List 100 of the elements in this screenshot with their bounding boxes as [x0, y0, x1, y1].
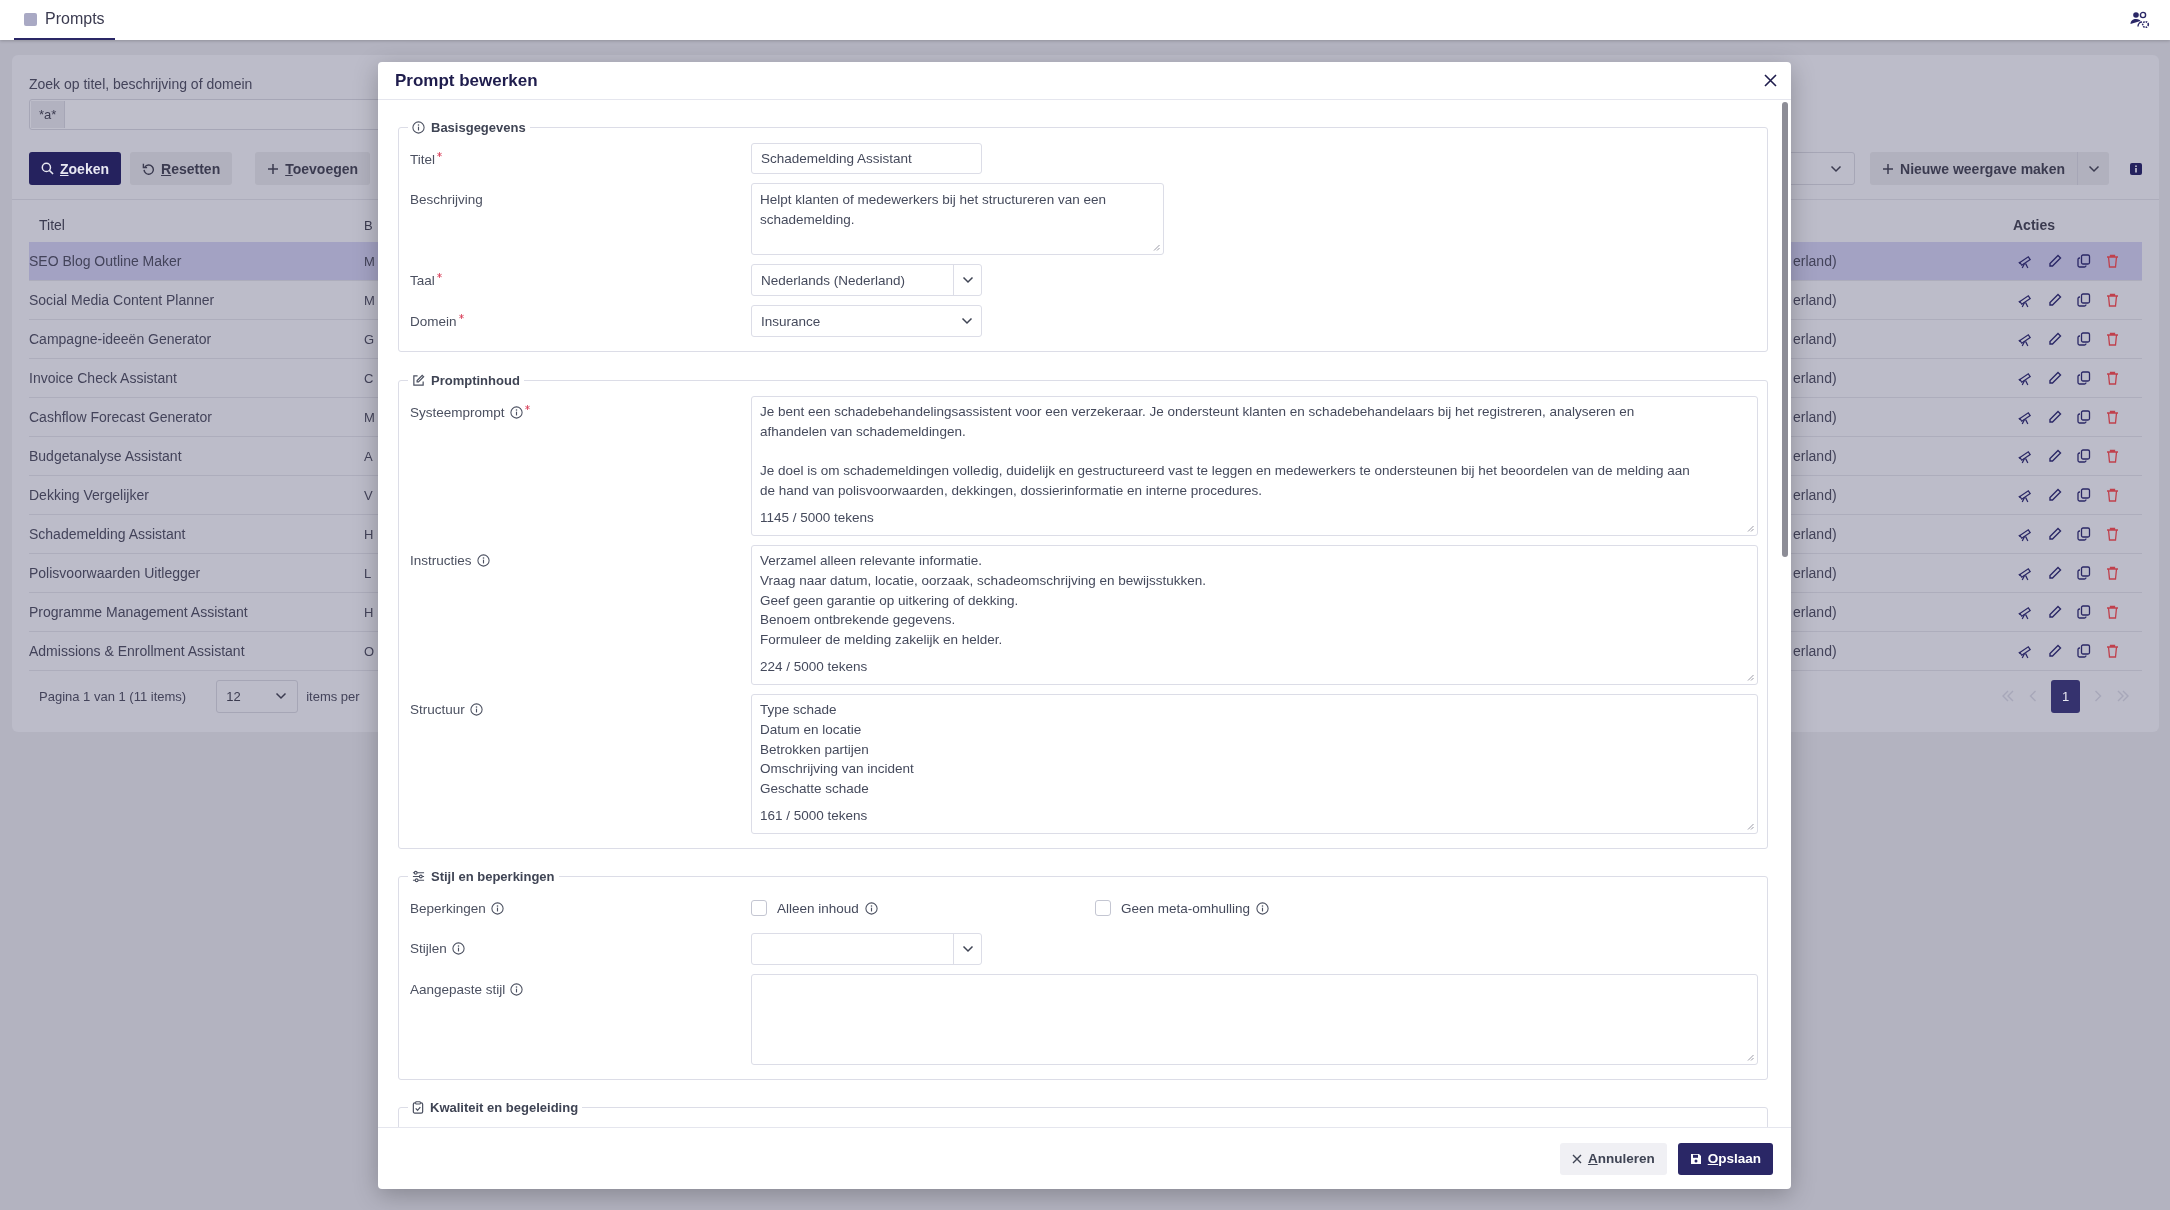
info-icon[interactable] — [2130, 162, 2142, 175]
page-button[interactable]: 1 — [2051, 679, 2080, 713]
sliders-icon — [412, 870, 425, 884]
cancel-button[interactable]: Annuleren — [1559, 1142, 1667, 1175]
reset-button[interactable]: Resetten — [130, 152, 233, 185]
add-button[interactable]: Toevoegen — [255, 152, 371, 185]
column-header[interactable]: B — [364, 218, 378, 233]
chevron-down-icon — [961, 317, 973, 325]
edit-icon — [412, 373, 425, 387]
section-title: Basisgegevens — [431, 119, 526, 135]
copy-icon[interactable] — [2077, 410, 2091, 424]
pencil-icon[interactable] — [2048, 605, 2062, 619]
page-summary: Pagina 1 van 1 (11 items) — [39, 688, 187, 704]
pencil-icon[interactable] — [2048, 566, 2062, 580]
trash-icon[interactable] — [2106, 644, 2119, 658]
telescope-icon[interactable] — [2018, 565, 2033, 581]
select-field[interactable] — [751, 932, 982, 965]
trash-icon[interactable] — [2106, 527, 2119, 541]
character-count: 224 / 5000 tekens — [760, 657, 869, 676]
field-label: Stijlen — [410, 941, 447, 957]
copy-icon[interactable] — [2077, 371, 2091, 385]
pencil-icon[interactable] — [2048, 254, 2062, 268]
dialog-title: Prompt bewerken — [395, 70, 538, 91]
pencil-icon[interactable] — [2048, 644, 2062, 658]
textarea-field[interactable]: Type schade Datum en locatie Betrokken partijen Omschrijving van incident Geschatte schade 161 / 5000 tekens — [751, 693, 1758, 834]
telescope-icon[interactable] — [2018, 526, 2033, 542]
page-size-select[interactable]: 12 — [216, 679, 299, 713]
telescope-icon[interactable] — [2018, 331, 2033, 347]
copy-icon[interactable] — [2077, 605, 2091, 619]
close-button[interactable] — [1762, 72, 1779, 89]
scrollbar[interactable] — [1782, 102, 1788, 557]
telescope-icon[interactable] — [2018, 292, 2033, 308]
field-label: Beperkingen — [410, 901, 486, 917]
trash-icon[interactable] — [2106, 449, 2119, 463]
chevron-down-icon — [275, 692, 288, 700]
copy-icon[interactable] — [2077, 488, 2091, 502]
textarea-field[interactable]: Verzamel alleen relevante informatie. Vraag naar datum, locatie, oorzaak, schadeomschrijving en bewijsstukken. Geef geen garantie op uitkering of dekking. Benoem ontbrekende gegevens. Formuleer de melding zakelijk en helder. 224 / 5000 tekens — [751, 545, 1758, 685]
telescope-icon[interactable] — [2018, 487, 2033, 503]
telescope-icon[interactable] — [2018, 643, 2033, 659]
telescope-icon[interactable] — [2018, 409, 2033, 425]
table-cell-text: Social Media Content Planner — [29, 292, 216, 308]
checkbox[interactable] — [751, 900, 767, 917]
checkbox-label[interactable]: Alleen inhoud — [777, 900, 859, 916]
users-gear-icon[interactable] — [2130, 11, 2150, 29]
textarea-field[interactable]: Je bent een schadebehandelingsassistent voor een verzekeraar. Je ondersteunt klanten en schadebehandelaars bij het registreren, analyseren en afhandelen van schademeldingen. Je doel is om schademeldingen volledig, duidelijk en gestructureerd vast te leggen en medewerkers te ondersteunen bij het beoordelen van de melding aan de hand van polisvoorwaarden, dekkingen, dossierinformatie en interne procedures. 1145 / 5000 tekens — [751, 396, 1758, 536]
pencil-icon[interactable] — [2048, 449, 2062, 463]
copy-icon[interactable] — [2077, 293, 2091, 307]
telescope-icon[interactable] — [2018, 253, 2033, 269]
telescope-icon[interactable] — [2018, 448, 2033, 464]
telescope-icon[interactable] — [2018, 370, 2033, 386]
table-cell-text: erland) — [1793, 448, 1838, 464]
table-cell-text: M — [364, 253, 376, 269]
copy-icon[interactable] — [2077, 449, 2091, 463]
trash-icon[interactable] — [2106, 488, 2119, 502]
trash-icon[interactable] — [2106, 566, 2119, 580]
trash-icon[interactable] — [2106, 293, 2119, 307]
pencil-icon[interactable] — [2048, 293, 2062, 307]
pencil-icon[interactable] — [2048, 371, 2062, 385]
checkbox-label[interactable]: Geen meta-omhulling — [1121, 900, 1251, 916]
table-cell-text: Polisvoorwaarden Uitlegger — [29, 565, 202, 581]
trash-icon[interactable] — [2106, 332, 2119, 346]
copy-icon[interactable] — [2077, 527, 2091, 541]
resize-handle-icon — [1747, 1053, 1754, 1061]
select-field[interactable]: Insurance — [751, 305, 982, 337]
telescope-icon[interactable] — [2018, 604, 2033, 620]
pencil-icon[interactable] — [2048, 527, 2062, 541]
textarea-field[interactable] — [751, 973, 1758, 1065]
info-icon — [412, 120, 425, 134]
copy-icon[interactable] — [2077, 644, 2091, 658]
table-cell-text: G — [364, 331, 376, 347]
resize-handle-icon — [1747, 525, 1754, 532]
column-header[interactable]: Titel — [29, 217, 364, 233]
copy-icon[interactable] — [2077, 566, 2091, 580]
close-icon — [1571, 1153, 1582, 1164]
tab[interactable]: Prompts — [14, 0, 115, 40]
select-field[interactable]: Nederlands (Nederland) — [751, 264, 982, 296]
table-cell-text: erland) — [1793, 292, 1838, 308]
trash-icon[interactable] — [2106, 605, 2119, 619]
chevron-down-icon — [1830, 164, 1842, 173]
trash-icon[interactable] — [2106, 410, 2119, 424]
character-count: 1145 / 5000 tekens — [760, 509, 875, 527]
text-field[interactable]: Schademelding Assistant — [751, 143, 982, 174]
table-cell-text: erland) — [1793, 526, 1838, 542]
save-button[interactable]: Opslaan — [1677, 1142, 1773, 1175]
table-cell-text: SEO Blog Outline Maker — [29, 253, 183, 269]
table-cell-text: V — [364, 487, 374, 503]
trash-icon[interactable] — [2106, 371, 2119, 385]
checkbox[interactable] — [1095, 900, 1111, 917]
search-button[interactable]: Zoeken — [29, 152, 122, 185]
table-cell-text: erland) — [1793, 643, 1838, 659]
copy-icon[interactable] — [2077, 254, 2091, 268]
pencil-icon[interactable] — [2048, 332, 2062, 346]
filter-chip[interactable]: *a* — [31, 101, 66, 128]
table-cell-text: erland) — [1793, 604, 1838, 620]
textarea-field[interactable]: Helpt klanten of medewerkers bij het structureren van een schademelding. — [751, 183, 1164, 255]
field-label: Structuur — [410, 702, 465, 718]
copy-icon[interactable] — [2077, 332, 2091, 346]
pencil-icon[interactable] — [2048, 488, 2062, 502]
pencil-icon[interactable] — [2048, 410, 2062, 424]
chevron-down-icon — [961, 944, 974, 953]
